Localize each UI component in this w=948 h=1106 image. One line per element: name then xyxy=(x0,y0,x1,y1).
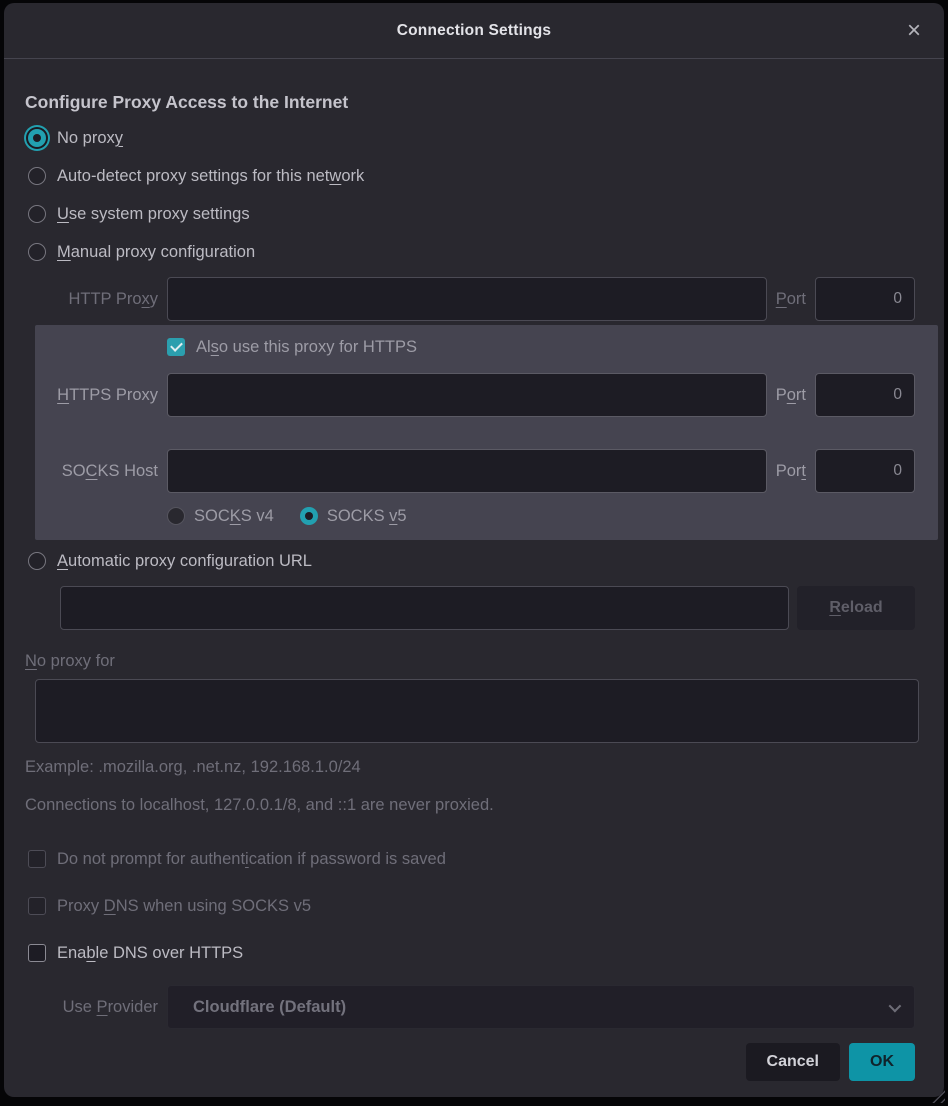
options-group: Do not prompt for authentication if pass… xyxy=(4,844,944,968)
https-proxy-row: HTTPS Proxy Port xyxy=(35,373,915,417)
checkbox-label-no-prompt-auth[interactable]: Do not prompt for authentication if pass… xyxy=(57,850,446,869)
radio-label-socks-v4[interactable]: SOCKS v4 xyxy=(194,507,274,526)
section-spacer xyxy=(35,417,915,449)
never-proxied-note: Connections to localhost, 127.0.0.1/8, a… xyxy=(25,796,923,815)
checkbox-label-enable-doh[interactable]: Enable DNS over HTTPS xyxy=(57,944,243,963)
also-https-checkbox-row[interactable]: Also use this proxy for HTTPS xyxy=(167,332,915,362)
screen: Connection Settings × Configure Proxy Ac… xyxy=(0,0,948,1106)
also-https-checkbox-icon[interactable] xyxy=(167,338,185,356)
radio-label-auto-url[interactable]: Automatic proxy configuration URL xyxy=(57,552,312,571)
socks-version-row: SOCKS v4 SOCKS v5 xyxy=(167,501,915,531)
radio-icon-socks-v5[interactable] xyxy=(300,507,318,525)
chevron-down-icon xyxy=(889,999,902,1012)
dialog-footer: Cancel OK xyxy=(4,1043,915,1081)
radio-manual-proxy[interactable]: Manual proxy configuration xyxy=(28,237,944,267)
socks-port-input[interactable] xyxy=(815,449,915,493)
no-proxy-for-label: No proxy for xyxy=(25,648,923,674)
radio-icon-socks-v4[interactable] xyxy=(167,507,185,525)
dialog-titlebar: Connection Settings × xyxy=(4,3,944,59)
radio-auto-detect[interactable]: Auto-detect proxy settings for this netw… xyxy=(28,161,944,191)
socks-host-label: SOCKS Host xyxy=(35,462,167,481)
radio-auto-url[interactable]: Automatic proxy configuration URL xyxy=(28,546,944,576)
dialog-content: Configure Proxy Access to the Internet N… xyxy=(4,59,944,1097)
checkbox-icon-proxy-dns[interactable] xyxy=(28,897,46,915)
no-proxy-example-text: Example: .mozilla.org, .net.nz, 192.168.… xyxy=(25,758,923,777)
https-port-label: Port xyxy=(767,386,815,405)
also-https-label[interactable]: Also use this proxy for HTTPS xyxy=(196,338,417,357)
connection-settings-dialog: Connection Settings × Configure Proxy Ac… xyxy=(4,3,944,1097)
reload-button[interactable]: Reload xyxy=(797,586,915,630)
socks-port-label: Port xyxy=(767,462,815,481)
dialog-title: Connection Settings xyxy=(397,22,552,40)
radio-socks-v4[interactable]: SOCKS v4 xyxy=(167,507,274,526)
radio-icon-auto-detect[interactable] xyxy=(28,167,46,185)
checkbox-no-prompt-auth[interactable]: Do not prompt for authentication if pass… xyxy=(28,844,944,874)
checkbox-proxy-dns[interactable]: Proxy DNS when using SOCKS v5 xyxy=(28,891,944,921)
radio-icon-no-proxy[interactable] xyxy=(28,129,46,147)
radio-label-socks-v5[interactable]: SOCKS v5 xyxy=(327,507,407,526)
socks-host-input[interactable] xyxy=(167,449,767,493)
https-port-input[interactable] xyxy=(815,373,915,417)
checkbox-icon-enable-doh[interactable] xyxy=(28,944,46,962)
radio-socks-v5[interactable]: SOCKS v5 xyxy=(300,507,407,526)
http-port-label: Port xyxy=(767,290,815,309)
checkbox-label-proxy-dns[interactable]: Proxy DNS when using SOCKS v5 xyxy=(57,897,311,916)
http-port-input[interactable] xyxy=(815,277,915,321)
radio-label-use-system[interactable]: Use system proxy settings xyxy=(57,205,250,224)
socks-host-row: SOCKS Host Port xyxy=(35,449,915,493)
radio-use-system[interactable]: Use system proxy settings xyxy=(28,199,944,229)
radio-label-no-proxy[interactable]: No proxy xyxy=(57,129,123,148)
checkbox-icon-no-prompt-auth[interactable] xyxy=(28,850,46,868)
auto-url-input[interactable] xyxy=(60,586,789,630)
checkbox-enable-doh[interactable]: Enable DNS over HTTPS xyxy=(28,938,944,968)
radio-icon-manual-proxy[interactable] xyxy=(28,243,46,261)
radio-icon-use-system[interactable] xyxy=(28,205,46,223)
http-proxy-row: HTTP Proxy Port xyxy=(4,277,915,321)
manual-proxy-section: Also use this proxy for HTTPS HTTPS Prox… xyxy=(35,325,938,540)
radio-icon-auto-url[interactable] xyxy=(28,552,46,570)
http-proxy-label: HTTP Proxy xyxy=(4,290,167,309)
radio-no-proxy[interactable]: No proxy xyxy=(28,123,944,153)
no-proxy-for-textarea[interactable] xyxy=(35,679,919,743)
page-title: Configure Proxy Access to the Internet xyxy=(25,92,923,113)
doh-provider-row: Use Provider Cloudflare (Default) xyxy=(4,985,915,1029)
https-proxy-label: HTTPS Proxy xyxy=(35,386,167,405)
ok-button[interactable]: OK xyxy=(849,1043,915,1081)
cancel-button[interactable]: Cancel xyxy=(746,1043,840,1081)
close-icon: × xyxy=(907,17,921,45)
doh-provider-selected-value: Cloudflare (Default) xyxy=(193,998,889,1017)
close-button[interactable]: × xyxy=(898,15,930,47)
http-proxy-input[interactable] xyxy=(167,277,767,321)
use-provider-label: Use Provider xyxy=(4,998,167,1017)
https-proxy-input[interactable] xyxy=(167,373,767,417)
radio-label-auto-detect[interactable]: Auto-detect proxy settings for this netw… xyxy=(57,167,364,186)
doh-provider-dropdown[interactable]: Cloudflare (Default) xyxy=(167,985,915,1029)
radio-label-manual-proxy[interactable]: Manual proxy configuration xyxy=(57,243,255,262)
auto-url-row: Reload xyxy=(60,586,915,630)
